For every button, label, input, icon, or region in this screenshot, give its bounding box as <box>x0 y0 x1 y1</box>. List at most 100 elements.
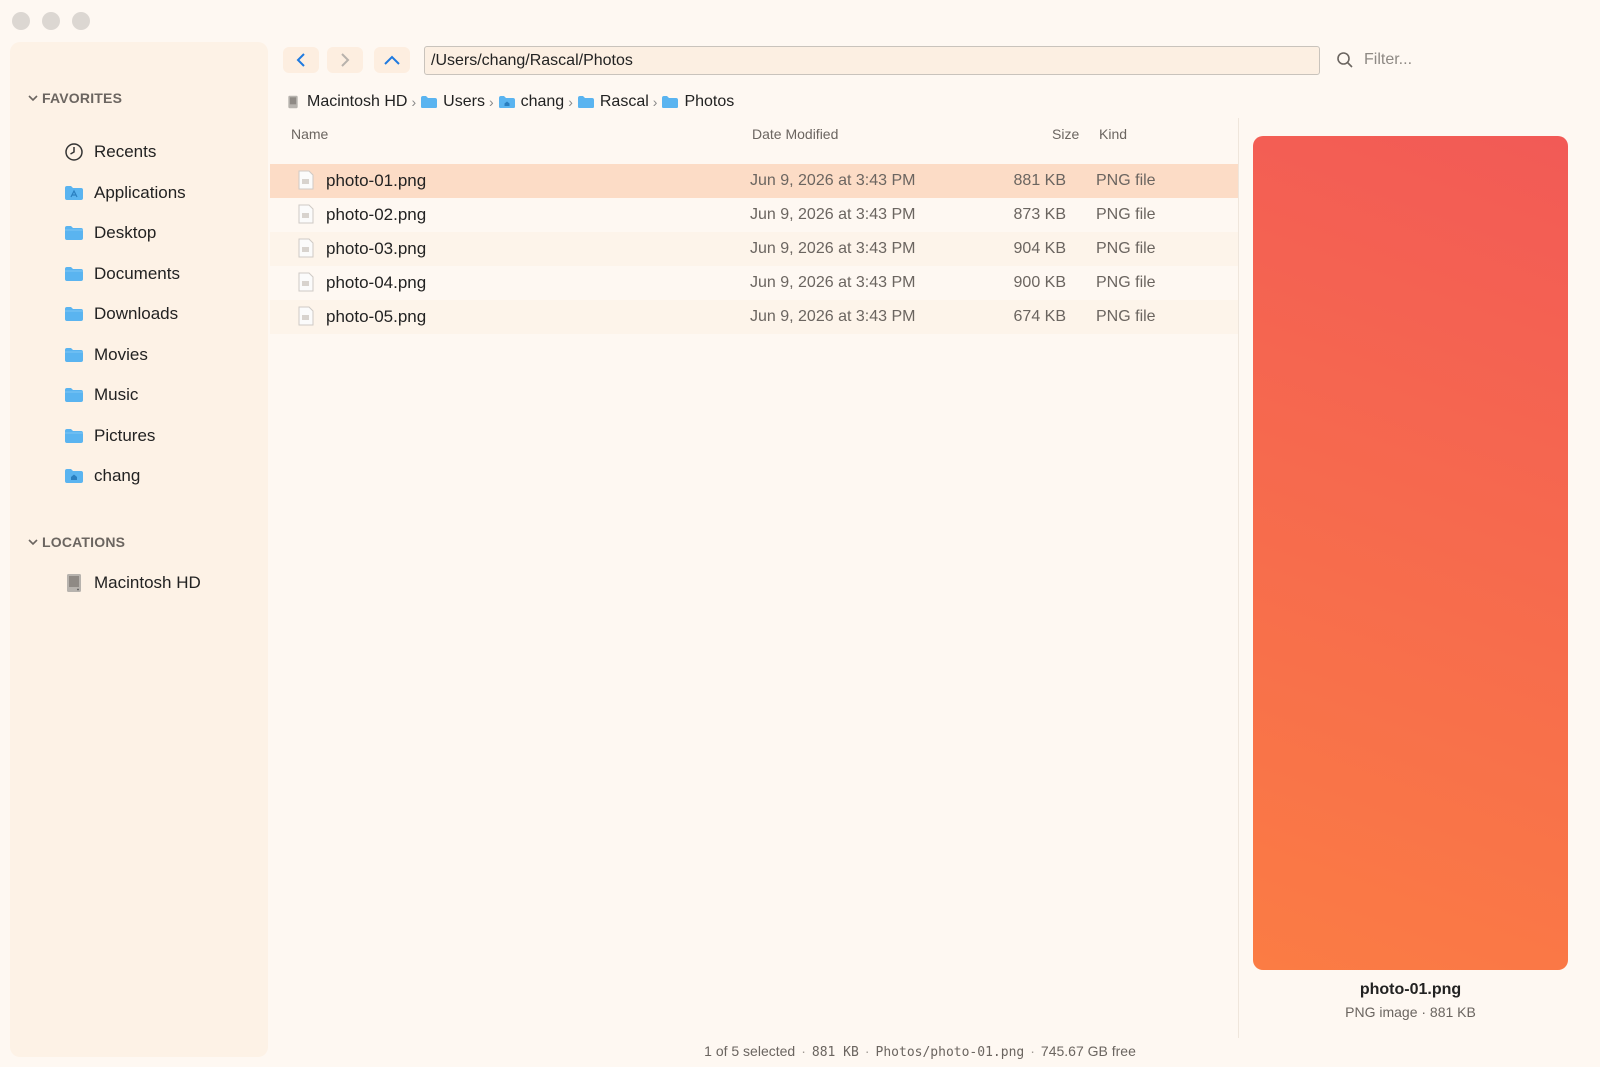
status-bar: 1 of 5 selected · 881 KB · Photos/photo-01.p… <box>270 1043 1570 1060</box>
chevron-left-icon <box>296 53 305 67</box>
favorites-header-label: FAVORITES <box>42 90 123 106</box>
traffic-lights <box>12 12 90 30</box>
column-header-name[interactable]: Name <box>291 126 328 142</box>
png-file-icon <box>298 306 314 326</box>
folder-icon <box>662 96 679 108</box>
hard-drive-icon <box>64 573 84 593</box>
minimize-window-button[interactable] <box>42 12 60 30</box>
locations-header-label: LOCATIONS <box>42 534 126 550</box>
folder-icon <box>64 264 84 284</box>
table-row[interactable]: photo-05.png Jun 9, 2026 at 3:43 PM 674 … <box>270 300 1238 334</box>
breadcrumb-item-users[interactable]: Users <box>420 93 485 111</box>
applications-folder-icon <box>64 183 84 203</box>
status-selection: 1 of 5 selected <box>704 1043 796 1059</box>
zoom-window-button[interactable] <box>72 12 90 30</box>
breadcrumb-label: Macintosh HD <box>307 93 408 110</box>
folder-icon <box>64 345 84 365</box>
file-size: 674 KB <box>1013 308 1066 325</box>
preview-file-name: photo-01.png <box>1359 981 1462 998</box>
breadcrumb-item-photos[interactable]: Photos <box>661 93 734 111</box>
sidebar-item-label: Downloads <box>94 304 179 323</box>
file-name: photo-05.png <box>326 307 427 326</box>
png-file-icon <box>298 238 314 258</box>
sidebar-item-desktop[interactable]: Desktop <box>64 218 264 248</box>
column-header-date[interactable]: Date Modified <box>752 126 838 142</box>
search-icon <box>1337 52 1353 68</box>
enclosing-folder-button[interactable] <box>374 47 410 73</box>
sidebar-item-label: Movies <box>94 345 148 364</box>
sidebar-item-downloads[interactable]: Downloads <box>64 299 264 329</box>
separator-dot: · <box>864 1043 870 1059</box>
table-row[interactable]: photo-02.png Jun 9, 2026 at 3:43 PM 873 … <box>270 198 1238 232</box>
close-window-button[interactable] <box>12 12 30 30</box>
file-name: photo-03.png <box>326 239 427 258</box>
chevron-down-icon <box>28 539 38 546</box>
column-header-kind[interactable]: Kind <box>1099 126 1127 142</box>
table-row[interactable]: photo-04.png Jun 9, 2026 at 3:43 PM 900 … <box>270 266 1238 300</box>
chevron-right-icon: › <box>488 94 494 110</box>
hard-drive-icon <box>288 95 298 109</box>
breadcrumb-label: Photos <box>684 93 735 110</box>
png-file-icon <box>298 204 314 224</box>
chevron-down-icon <box>28 95 38 102</box>
filter-search <box>1336 46 1576 74</box>
folder-icon <box>64 304 84 324</box>
sidebar-item-documents[interactable]: Documents <box>64 259 264 289</box>
png-file-icon <box>298 272 314 292</box>
filter-input[interactable] <box>1364 51 1564 69</box>
chevron-right-icon: › <box>411 94 417 110</box>
favorites-header[interactable]: FAVORITES <box>28 90 122 106</box>
path-field[interactable]: /Users/chang/Rascal/Photos <box>424 46 1320 75</box>
chevron-right-icon <box>341 53 350 67</box>
file-size: 904 KB <box>1013 240 1066 257</box>
breadcrumb-item-macintosh-hd[interactable]: Macintosh HD <box>284 93 407 111</box>
home-folder-icon <box>64 466 84 486</box>
back-button[interactable] <box>283 47 319 73</box>
file-date: Jun 9, 2026 at 3:43 PM <box>750 172 916 189</box>
home-folder-icon <box>498 96 515 108</box>
sidebar-item-music[interactable]: Music <box>64 380 264 410</box>
locations-header[interactable]: LOCATIONS <box>28 534 125 550</box>
chevron-up-icon <box>384 55 400 65</box>
sidebar: FAVORITES Recents Applications Desktop D <box>10 42 268 1057</box>
status-size: 881 KB <box>811 1045 859 1060</box>
sidebar-item-chang[interactable]: chang <box>64 461 264 491</box>
separator-dot: · <box>801 1043 806 1059</box>
file-kind: PNG file <box>1096 172 1156 189</box>
folder-icon <box>64 385 84 405</box>
column-header-size[interactable]: Size <box>1052 126 1079 142</box>
table-row[interactable]: photo-03.png Jun 9, 2026 at 3:43 PM 904 … <box>270 232 1238 266</box>
preview-image <box>1253 136 1568 970</box>
file-kind: PNG file <box>1096 206 1156 223</box>
separator-dot: · <box>1030 1043 1035 1059</box>
sidebar-item-label: chang <box>94 466 141 485</box>
file-date: Jun 9, 2026 at 3:43 PM <box>750 240 916 257</box>
sidebar-item-macintosh-hd[interactable]: Macintosh HD <box>64 568 264 598</box>
breadcrumb-label: chang <box>520 93 565 110</box>
sidebar-item-label: Recents <box>94 142 157 161</box>
breadcrumb-item-rascal[interactable]: Rascal <box>577 93 649 111</box>
table-row[interactable]: photo-01.png Jun 9, 2026 at 3:43 PM 881 … <box>270 164 1238 198</box>
sidebar-item-applications[interactable]: Applications <box>64 178 264 208</box>
status-free-space: 745.67 GB free <box>1040 1043 1136 1059</box>
folder-icon <box>577 96 594 108</box>
file-kind: PNG file <box>1096 240 1156 257</box>
chevron-right-icon: › <box>568 94 573 110</box>
sidebar-item-label: Music <box>94 385 139 404</box>
preview-file-meta: PNG image · 881 KB <box>1345 1004 1476 1020</box>
sidebar-item-label: Documents <box>94 264 180 283</box>
sidebar-item-recents[interactable]: Recents <box>64 137 264 167</box>
file-date: Jun 9, 2026 at 3:43 PM <box>750 308 916 325</box>
file-size: 900 KB <box>1013 274 1066 291</box>
finder-window: FAVORITES Recents Applications Desktop D <box>0 0 1600 1067</box>
file-kind: PNG file <box>1096 308 1156 325</box>
forward-button[interactable] <box>327 47 363 73</box>
folder-icon <box>421 96 438 108</box>
sidebar-item-movies[interactable]: Movies <box>64 340 264 370</box>
file-name: photo-02.png <box>326 205 427 224</box>
file-date: Jun 9, 2026 at 3:43 PM <box>750 274 916 291</box>
status-path: Photos/photo-01.png <box>875 1045 1025 1060</box>
breadcrumb-item-chang[interactable]: chang <box>498 93 565 111</box>
sidebar-item-pictures[interactable]: Pictures <box>64 421 264 451</box>
file-name: photo-01.png <box>326 171 427 190</box>
